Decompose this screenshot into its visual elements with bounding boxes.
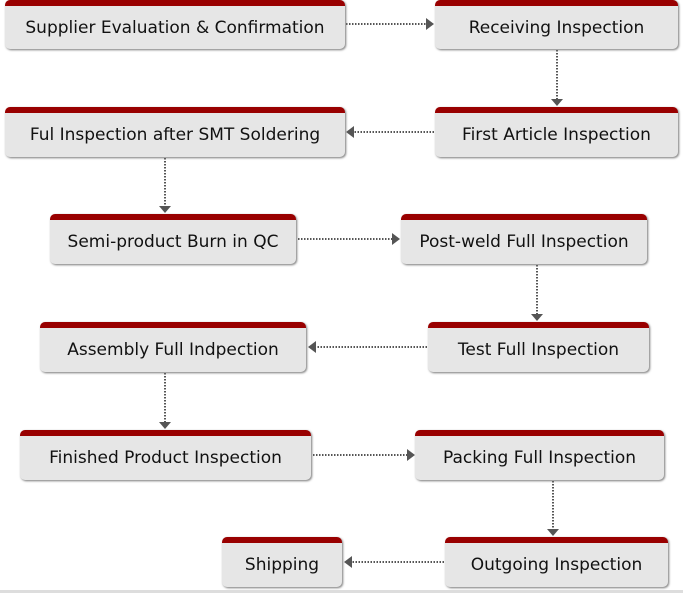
step-test-inspection: Test Full Inspection xyxy=(428,322,649,372)
step-finished-product-inspection: Finished Product Inspection xyxy=(20,430,311,480)
arrowhead-icon xyxy=(426,18,434,30)
arrowhead-icon xyxy=(344,556,352,568)
arrowhead-icon xyxy=(407,449,415,461)
step-first-article-inspection: First Article Inspection xyxy=(435,107,678,157)
arrowhead-icon xyxy=(392,233,400,245)
arrowhead-icon xyxy=(531,314,543,321)
arrowhead-icon xyxy=(159,206,171,213)
step-assembly-inspection: Assembly Full Indpection xyxy=(40,322,306,372)
step-post-weld-inspection: Post-weld Full Inspection xyxy=(401,214,647,264)
arrowhead-icon xyxy=(159,422,171,429)
connectors xyxy=(159,18,563,568)
step-semi-product-burn-in: Semi-product Burn in QC xyxy=(50,214,296,264)
step-supplier-evaluation: Supplier Evaluation & Confirmation xyxy=(5,0,345,49)
arrowhead-icon xyxy=(346,126,354,138)
step-shipping: Shipping xyxy=(222,537,342,587)
arrowhead-icon xyxy=(551,99,563,106)
arrowhead-icon xyxy=(308,341,316,353)
step-packing-inspection: Packing Full Inspection xyxy=(415,430,664,480)
step-receiving-inspection: Receiving Inspection xyxy=(435,0,678,49)
step-smt-inspection: Ful Inspection after SMT Soldering xyxy=(5,107,345,157)
arrowhead-icon xyxy=(547,529,559,536)
step-outgoing-inspection: Outgoing Inspection xyxy=(445,537,668,587)
